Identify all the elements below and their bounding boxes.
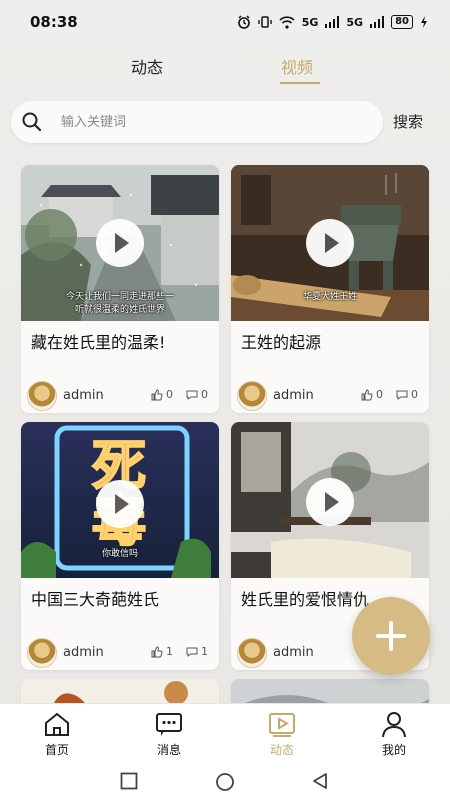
comment-icon	[186, 390, 198, 400]
charging-icon	[421, 16, 427, 28]
thumbs-up-icon	[151, 388, 163, 400]
play-button[interactable]	[306, 219, 354, 267]
search-button[interactable]: 搜索	[393, 111, 423, 132]
like-count[interactable]: 1	[151, 645, 173, 658]
play-button[interactable]	[96, 219, 144, 267]
video-card[interactable]: 华夏大姓王姓 王姓的起源 admin 0 0	[231, 165, 429, 413]
video-caption: 华夏大姓王姓	[302, 292, 357, 302]
comment-count[interactable]: 0	[186, 388, 208, 401]
video-icon	[269, 713, 295, 737]
search-box[interactable]	[11, 101, 383, 143]
nav-home[interactable]: 首页	[27, 710, 87, 758]
video-thumbnail: 死 毒 你敢信吗	[21, 422, 219, 578]
video-card[interactable]: 今天让我们一同走进那些一 听就很温柔的姓氏世界 藏在姓氏里的温柔! admin 0…	[21, 165, 219, 413]
comment-count[interactable]: 0	[396, 388, 418, 401]
nav-messages[interactable]: 消息	[139, 710, 199, 758]
system-nav-bar	[0, 761, 450, 800]
video-caption: 今天让我们一同走进那些一 听就很温柔的姓氏世界	[65, 292, 174, 315]
home-icon	[45, 712, 69, 736]
status-time: 08:38	[30, 13, 78, 31]
message-icon	[156, 713, 182, 736]
video-title: 藏在姓氏里的温柔!	[31, 333, 166, 352]
avatar[interactable]	[27, 381, 57, 411]
author-name: admin	[63, 388, 104, 403]
profile-icon	[382, 712, 406, 738]
search-row: 搜索	[11, 101, 441, 143]
wifi-icon	[279, 15, 295, 29]
author-name: admin	[273, 645, 314, 660]
play-button[interactable]	[96, 480, 144, 528]
avatar[interactable]	[27, 638, 57, 668]
top-tabs: 动态 视频	[0, 48, 450, 88]
avatar[interactable]	[237, 638, 267, 668]
search-icon	[22, 112, 42, 132]
back-icon[interactable]	[311, 772, 329, 790]
video-thumbnail: 华夏大姓王姓	[231, 165, 429, 321]
search-input[interactable]	[61, 112, 361, 132]
video-caption: 你敢信吗	[101, 549, 138, 559]
tab-video[interactable]: 视频	[281, 54, 313, 78]
video-title: 姓氏里的爱恨情仇	[241, 590, 370, 609]
active-tab-indicator	[280, 82, 320, 84]
comment-count[interactable]: 1	[186, 645, 208, 658]
thumbs-up-icon	[361, 388, 373, 400]
comment-icon	[186, 647, 198, 657]
recent-apps-icon[interactable]	[120, 772, 138, 790]
author-name: admin	[63, 645, 104, 660]
like-count[interactable]: 0	[361, 388, 383, 401]
video-thumbnail	[231, 422, 429, 578]
tab-dynamic[interactable]: 动态	[131, 54, 163, 78]
status-bar: 08:38 5G 5G 80	[0, 0, 450, 44]
avatar[interactable]	[237, 381, 267, 411]
signal-icon-2	[370, 16, 385, 28]
signal-icon	[325, 16, 340, 28]
play-button[interactable]	[306, 478, 354, 526]
battery-indicator: 80	[391, 15, 413, 29]
card-footer: admin 1 1	[21, 636, 219, 668]
video-title: 王姓的起源	[241, 333, 322, 352]
thumbs-up-icon	[151, 645, 163, 657]
nav-profile[interactable]: 我的	[364, 710, 424, 758]
card-footer: admin 0 0	[231, 379, 429, 411]
nav-dynamic[interactable]: 动态	[252, 710, 312, 758]
author-name: admin	[273, 388, 314, 403]
signal-label-2: 5G	[346, 15, 364, 29]
vibrate-icon	[258, 16, 272, 28]
signal-label-1: 5G	[301, 15, 319, 29]
video-thumbnail: 今天让我们一同走进那些一 听就很温柔的姓氏世界	[21, 165, 219, 321]
video-title: 中国三大奇葩姓氏	[31, 590, 160, 609]
card-footer: admin 0 0	[21, 379, 219, 411]
status-icons: 5G 5G 80	[237, 15, 428, 29]
comment-icon	[396, 390, 408, 400]
home-circle-icon[interactable]	[215, 772, 235, 792]
like-count[interactable]: 0	[151, 388, 173, 401]
add-post-button[interactable]	[352, 597, 430, 675]
alarm-icon	[237, 15, 250, 29]
video-card[interactable]: 死 毒 你敢信吗 中国三大奇葩姓氏 admin 1 1	[21, 422, 219, 670]
bottom-nav: 首页 消息 动态 我的	[0, 703, 450, 761]
